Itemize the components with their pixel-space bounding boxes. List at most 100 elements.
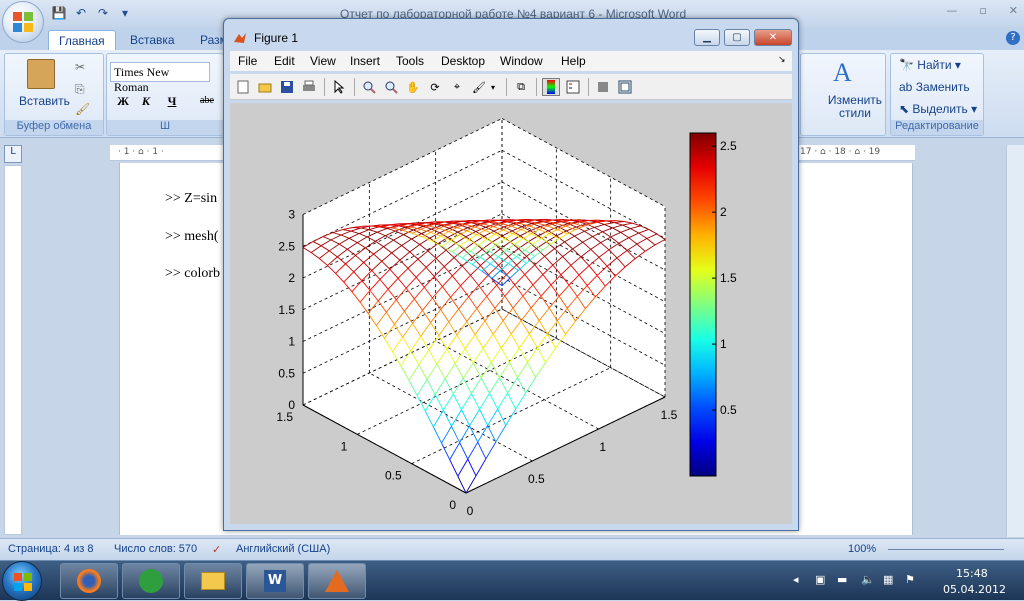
taskbar-matlab[interactable] [308,563,366,599]
select-button[interactable]: ⬉ Выделить ▾ [899,102,977,116]
volume-icon[interactable]: 🔈 [861,573,875,586]
language-flag-icon[interactable]: ▬ [837,573,847,586]
show-hidden-icons[interactable]: ◂ [793,573,799,586]
redo-icon[interactable]: ↷ [94,5,112,21]
paste-button[interactable]: Вставить [19,94,70,108]
spellcheck-icon[interactable]: ✓ [212,543,221,556]
system-tray: ◂ ▣ ▬ 🔈 ▦ ⚑ 15:48 05.04.2012 [785,561,1024,601]
page-count[interactable]: Страница: 4 из 8 [8,543,94,555]
x-tick-label: 0 [467,504,474,518]
figure-toolbar: ✋ ⟳ ⌖ 🖌 ▾ ⧉ [230,74,792,100]
vertical-scrollbar[interactable] [1006,145,1024,537]
menu-tools[interactable]: Tools [396,54,424,68]
rotate-3d-icon[interactable]: ⟳ [426,78,444,96]
font-name-box[interactable]: Times New Roman [110,62,210,82]
format-painter-icon[interactable]: 🖌 [75,102,90,116]
action-center-icon[interactable]: ⚑ [905,573,915,586]
insert-colorbar-icon[interactable] [542,78,560,96]
replace-label: Заменить [916,80,970,94]
close-button[interactable]: ✕ [754,29,792,46]
colorbar[interactable]: 0.511.522.5 [690,133,737,476]
close-icon[interactable]: ✕ [1009,4,1018,17]
z-tick-label: 1.5 [278,303,295,317]
change-styles-icon[interactable]: A [833,58,852,88]
change-styles-button[interactable]: Изменить стили [825,94,885,120]
data-cursor-icon[interactable]: ⌖ [448,78,466,96]
edit-plot-icon[interactable] [330,78,348,96]
italic-button[interactable]: К [136,92,156,110]
tab-insert[interactable]: Вставка [120,30,185,50]
mesh-plot[interactable]: 00.511.522.53 00.511.5 00.511.5 0.511.52… [230,103,792,524]
zoom-level[interactable]: 100% [848,543,876,555]
strikethrough-button[interactable]: abe [194,92,220,110]
matlab-figure-window: Figure 1 ▁ ▢ ✕ File Edit View Insert Too… [223,18,799,531]
colorbar-tick-label: 0.5 [720,403,737,417]
paste-icon[interactable] [27,59,55,89]
figure-title: Figure 1 [254,31,298,45]
menu-file[interactable]: File [238,54,257,68]
z-axis-ticks: 00.511.522.53 [278,208,295,413]
figure-menu-bar: File Edit View Insert Tools Desktop Wind… [230,51,792,71]
menu-help[interactable]: Help [561,54,586,68]
minimize-icon[interactable]: — [946,4,957,17]
minimize-button[interactable]: ▁ [694,29,720,46]
underline-button[interactable]: Ч [162,92,182,110]
brush-dropdown-icon[interactable]: ▾ [488,78,498,96]
link-plot-icon[interactable]: ⧉ [512,78,530,96]
taskbar-explorer[interactable] [184,563,242,599]
print-figure-icon[interactable] [300,78,318,96]
menu-desktop[interactable]: Desktop [441,54,485,68]
tab-stop-selector[interactable]: L [4,145,22,163]
menu-view[interactable]: View [310,54,336,68]
start-button[interactable] [2,561,42,601]
undo-icon[interactable]: ↶ [72,5,90,21]
new-figure-icon[interactable] [234,78,252,96]
editing-group-label: Редактирование [891,120,983,135]
dock-arrow-icon[interactable]: ↘ [778,54,786,65]
z-tick-label: 1 [288,335,295,349]
menu-edit[interactable]: Edit [274,54,295,68]
cut-icon[interactable]: ✂ [75,60,85,74]
tab-home[interactable]: Главная [48,30,116,50]
taskbar-network-app[interactable] [122,563,180,599]
copy-icon[interactable]: ⎘ [75,82,85,97]
help-icon[interactable]: ? [1006,31,1020,45]
word-count[interactable]: Число слов: 570 [114,543,197,555]
hide-plot-tools-icon[interactable] [594,78,612,96]
maximize-icon[interactable]: ▫ [979,4,986,17]
clipboard-group-label: Буфер обмена [5,120,103,135]
pan-hand-icon[interactable]: ✋ [404,78,422,96]
office-button[interactable] [2,1,44,43]
replace-button[interactable]: ab Заменить [899,80,970,94]
find-button[interactable]: 🔭 Найти ▾ [899,58,961,72]
language-indicator[interactable]: Английский (США) [236,543,330,555]
tray-icon[interactable]: ▣ [815,573,825,586]
clock-time[interactable]: 15:48 [956,567,988,580]
insert-legend-icon[interactable] [564,78,582,96]
taskbar-word[interactable]: W [246,563,304,599]
figure-canvas[interactable]: 00.511.522.53 00.511.5 00.511.5 0.511.52… [230,103,792,524]
customize-qat-icon[interactable]: ▾ [116,5,134,21]
brush-icon[interactable]: 🖌 [470,78,488,96]
clock-date[interactable]: 05.04.2012 [943,583,1006,596]
y-tick-label: 1.5 [276,410,293,424]
save-icon[interactable]: 💾 [50,5,68,21]
vertical-ruler[interactable] [4,165,22,535]
status-bar: Страница: 4 из 8 Число слов: 570 ✓ Англи… [0,538,1024,560]
save-figure-icon[interactable] [278,78,296,96]
open-file-icon[interactable] [256,78,274,96]
menu-insert[interactable]: Insert [350,54,380,68]
zoom-out-icon[interactable] [382,78,400,96]
windows-logo-icon [13,572,33,592]
word-window-controls: — ▫ ✕ [946,4,1018,17]
maximize-button[interactable]: ▢ [724,29,750,46]
zoom-slider[interactable] [888,549,1004,550]
bold-button[interactable]: Ж [113,92,133,110]
taskbar-firefox[interactable] [60,563,118,599]
ruler-marks-left: · 1 · ⌂ · 1 · [118,147,164,157]
show-plot-tools-icon[interactable] [616,78,634,96]
zoom-in-icon[interactable] [360,78,378,96]
network-icon[interactable]: ▦ [883,573,893,586]
matlab-icon [233,31,247,45]
menu-window[interactable]: Window [500,54,543,68]
